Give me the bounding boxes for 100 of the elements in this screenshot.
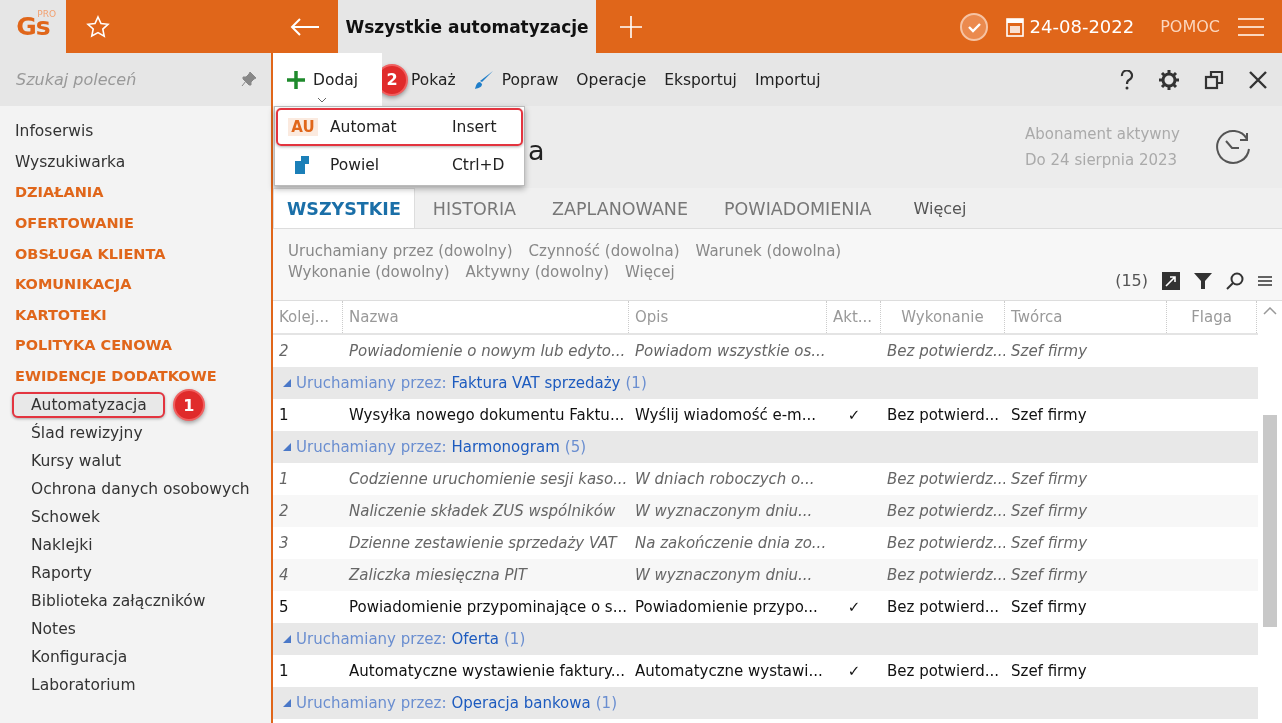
table-cell-text: Powiadomienie przypominające o s... bbox=[348, 598, 628, 616]
sidebar-item[interactable]: Wyszukiwarka bbox=[0, 146, 271, 178]
table-cell-text: Szef firmy bbox=[1010, 342, 1089, 360]
collapse-triangle-icon[interactable] bbox=[283, 635, 291, 643]
table-cell-text: 2 bbox=[278, 502, 290, 520]
restore-icon bbox=[1204, 69, 1224, 90]
tab[interactable]: ZAPLANOWANE bbox=[534, 188, 706, 228]
toolbar-button[interactable]: Popraw bbox=[464, 53, 568, 106]
table-cell-text: W dniach roboczych o... bbox=[634, 470, 816, 488]
toolbar-button[interactable]: Dodaj bbox=[273, 53, 383, 106]
group-label: Uruchamiany przez: bbox=[296, 374, 447, 392]
sidebar-section[interactable]: KOMUNIKACJA bbox=[0, 268, 271, 300]
table-cell-text: Dzienne zestawienie sprzedaży VAT bbox=[348, 534, 619, 552]
scrollbar-thumb[interactable] bbox=[1263, 415, 1277, 627]
tab[interactable]: POWIADOMIENIA bbox=[706, 188, 890, 228]
sidebar-item[interactable]: Biblioteka załączników bbox=[12, 588, 224, 615]
sidebar-item[interactable]: Schowek bbox=[12, 504, 118, 531]
caret-icon bbox=[317, 97, 327, 103]
search-icon[interactable] bbox=[1226, 271, 1244, 290]
table-cell-text: Na zakończenie dnia zo... bbox=[634, 534, 827, 552]
star-icon[interactable] bbox=[86, 14, 110, 39]
sidebar-section[interactable]: KARTOTEKI bbox=[0, 299, 271, 331]
calendar-icon[interactable] bbox=[1005, 16, 1024, 37]
collapse-triangle-icon[interactable] bbox=[283, 379, 291, 387]
date-text[interactable]: 24-08-2022 bbox=[1029, 16, 1135, 37]
sidebar-section[interactable]: OBSŁUGA KLIENTA bbox=[0, 238, 271, 269]
table-cell-text: Wysyłka nowego dokumentu Faktu... bbox=[348, 406, 626, 424]
toolbar-button[interactable]: Importuj bbox=[745, 53, 830, 106]
plus-icon bbox=[287, 70, 305, 89]
table-cell-text: Powiadomienie przypo... bbox=[634, 598, 819, 616]
table-cell-text: 2 bbox=[278, 342, 290, 360]
search-field[interactable]: Szukaj poleceń bbox=[0, 53, 271, 106]
shortcut-text: Insert bbox=[452, 118, 497, 136]
sidebar-item[interactable]: Ślad rewizyjny bbox=[12, 420, 161, 447]
sidebar-item[interactable]: Kursy walut bbox=[12, 448, 140, 475]
pin-icon[interactable] bbox=[241, 71, 257, 87]
page-title: a bbox=[528, 134, 545, 166]
filter-link[interactable]: Uruchamiany przez (dowolny) bbox=[288, 241, 513, 262]
group-label: Uruchamiany przez: bbox=[296, 694, 447, 712]
sidebar-section[interactable]: EWIDENCJE DODATKOWE bbox=[0, 360, 271, 392]
table-cell-text: Wyślij wiadomość e-m... bbox=[634, 406, 818, 424]
filter-link[interactable]: Warunek (dowolna) bbox=[695, 241, 842, 262]
help-button[interactable] bbox=[1118, 67, 1136, 92]
menu-icon[interactable] bbox=[1258, 274, 1272, 287]
brush-icon bbox=[473, 69, 494, 90]
group-name: Operacja bankowa bbox=[451, 694, 591, 712]
window-tab[interactable]: Wszystkie automatyzacje bbox=[338, 0, 596, 53]
table-cell-text: Bez potwierdz... bbox=[886, 534, 1005, 552]
sidebar-item[interactable]: Laboratorium bbox=[12, 672, 154, 699]
scroll-up-icon[interactable] bbox=[1263, 307, 1277, 315]
help-link[interactable]: POMOC bbox=[1160, 17, 1220, 36]
group-count: (1) bbox=[625, 374, 647, 392]
sidebar-section[interactable]: OFERTOWANIE bbox=[0, 207, 271, 239]
column-header[interactable]: Kolej... bbox=[273, 301, 343, 333]
column-header[interactable]: Flaga bbox=[1167, 301, 1257, 333]
collapse-triangle-icon[interactable] bbox=[283, 699, 291, 707]
column-header[interactable]: Nazwa bbox=[343, 301, 629, 333]
sidebar-item[interactable]: Raporty bbox=[12, 560, 110, 587]
toolbar-button[interactable]: Operacje bbox=[567, 53, 656, 106]
group-name: Harmonogram bbox=[451, 438, 560, 456]
filter-link[interactable]: Aktywny (dowolny) bbox=[465, 262, 610, 283]
table-cell-text: Bez potwierdz... bbox=[886, 470, 1005, 488]
sidebar-item[interactable]: Naklejki bbox=[12, 532, 111, 559]
toolbar-button[interactable]: Eksportuj bbox=[655, 53, 746, 106]
filter-link[interactable]: Czynność (dowolna) bbox=[528, 241, 680, 262]
sidebar-section[interactable]: DZIAŁANIA bbox=[0, 177, 271, 208]
filter-link[interactable]: Wykonanie (dowolny) bbox=[288, 262, 450, 283]
table-cell-text: W wyznaczonym dniu... bbox=[634, 566, 814, 584]
tab[interactable]: HISTORIA bbox=[414, 188, 535, 228]
tab[interactable]: Więcej bbox=[895, 188, 985, 228]
table-cell-text: Bez potwierd... bbox=[886, 406, 1001, 424]
menu-item[interactable]: Powiel Ctrl+D bbox=[276, 146, 523, 184]
sidebar-item[interactable]: Notes bbox=[12, 616, 94, 643]
table-cell-text: Szef firmy bbox=[1010, 470, 1089, 488]
column-header[interactable]: Akt... bbox=[827, 301, 881, 333]
sidebar-item[interactable]: Konfiguracja bbox=[12, 644, 146, 671]
app-logo[interactable]: GsPRO bbox=[0, 0, 66, 53]
expand-icon[interactable] bbox=[1162, 271, 1180, 290]
sidebar-item[interactable]: Ochrona danych osobowych bbox=[12, 476, 268, 503]
back-arrow-icon[interactable] bbox=[290, 16, 320, 37]
help-icon bbox=[1120, 69, 1134, 90]
sidebar-item[interactable]: Automatyzacja bbox=[12, 392, 165, 419]
sidebar-item[interactable]: Infoserwis bbox=[0, 116, 271, 147]
table-cell-text: Bez potwierdz... bbox=[886, 342, 1005, 360]
menu-item[interactable]: AU Automat Insert bbox=[276, 108, 523, 146]
check-mark: ✓ bbox=[846, 662, 862, 680]
check-circle-icon[interactable] bbox=[959, 12, 988, 41]
collapse-triangle-icon[interactable] bbox=[283, 443, 291, 451]
clock-icon[interactable] bbox=[1214, 129, 1252, 165]
table-cell-text: Naliczenie składek ZUS wspólników bbox=[348, 502, 617, 520]
filter-link[interactable]: Więcej bbox=[625, 262, 675, 283]
table-cell-text: Bez potwierdz... bbox=[886, 566, 1005, 584]
check-mark: ✓ bbox=[846, 406, 862, 424]
column-header[interactable]: Opis bbox=[629, 301, 827, 333]
filter-icon[interactable] bbox=[1194, 271, 1212, 290]
column-header[interactable]: Wykonanie bbox=[881, 301, 1005, 333]
tab[interactable]: WSZYSTKIE bbox=[273, 188, 415, 228]
plus-icon[interactable] bbox=[619, 14, 643, 39]
column-header[interactable]: Twórca bbox=[1005, 301, 1167, 333]
sidebar-section[interactable]: POLITYKA CENOWA bbox=[0, 330, 271, 361]
